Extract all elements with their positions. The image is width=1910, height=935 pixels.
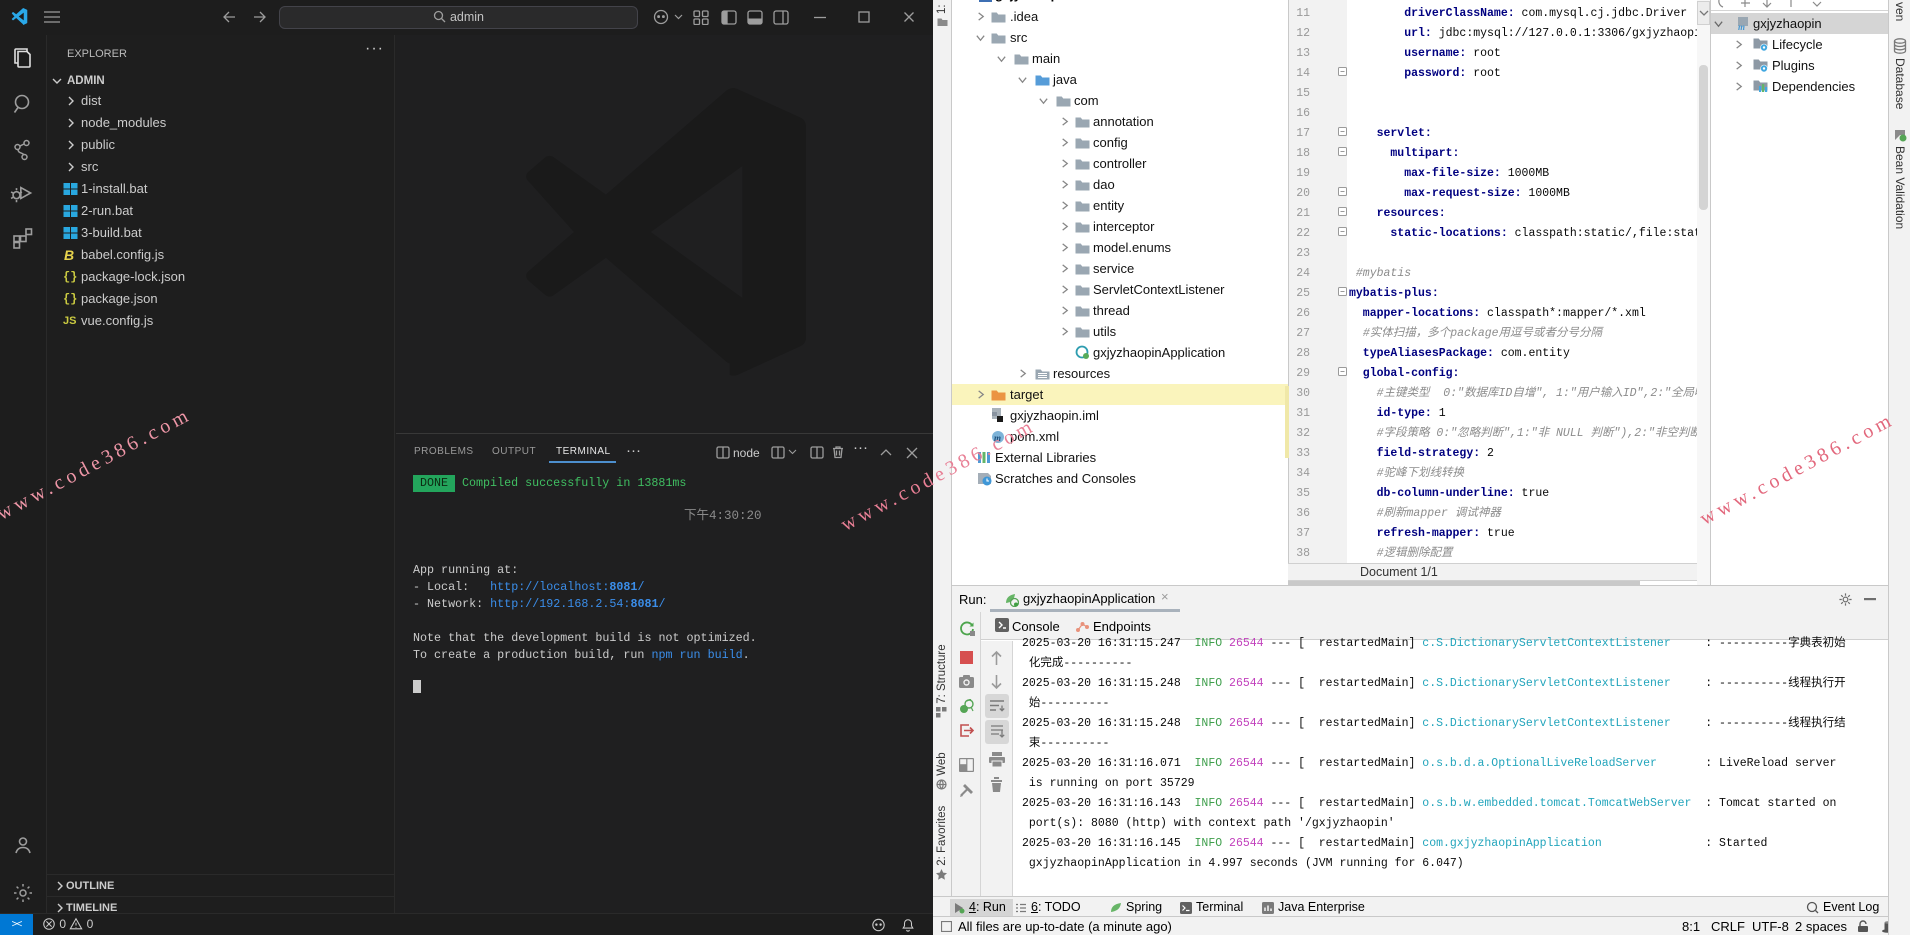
svg-text:m: m <box>1738 22 1745 31</box>
